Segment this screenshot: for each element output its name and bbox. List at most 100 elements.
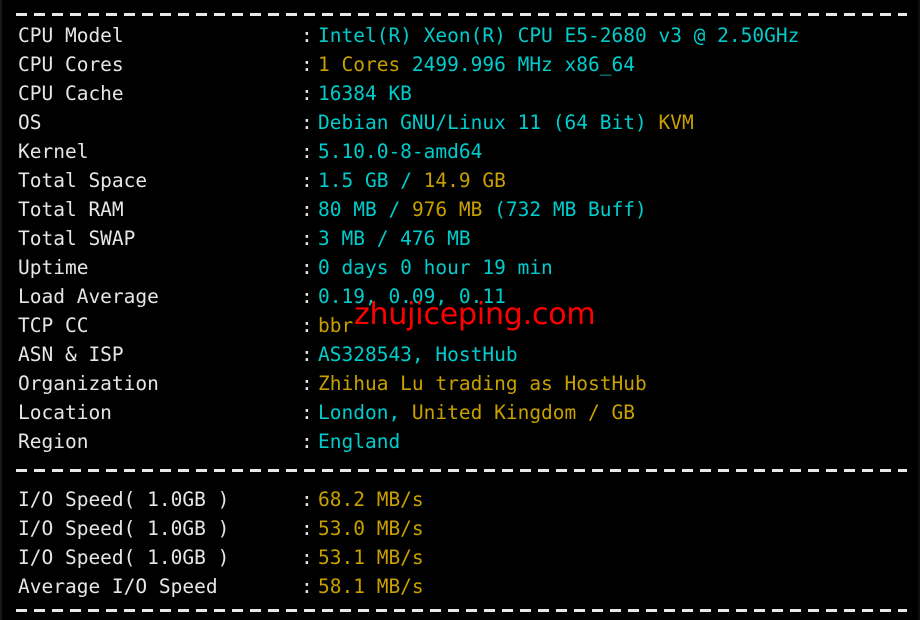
- sysinfo-value-segment: 2499.996 MHz x86_64: [411, 53, 635, 76]
- field-colon-separator: :: [301, 169, 313, 192]
- sysinfo-value: 16384 KB: [318, 79, 412, 108]
- sysinfo-value: 1.5 GB / 14.9 GB: [318, 166, 506, 195]
- field-colon-separator: :: [301, 53, 313, 76]
- io-speed-section: I/O Speed( 1.0GB ):68.2 MB/s I/O Speed( 1…: [2, 485, 920, 601]
- sysinfo-value-segment: 0.19, 0.09, 0.11: [318, 285, 506, 308]
- field-colon-separator: :: [301, 227, 313, 250]
- sysinfo-row: Location: London, United Kingdom / GB: [2, 398, 920, 427]
- iospeed-value: 68.2 MB/s: [318, 485, 424, 514]
- sysinfo-value-segment: /: [388, 198, 412, 221]
- sysinfo-value-segment: (732 MB Buff): [494, 198, 647, 221]
- sysinfo-label: Region: [18, 430, 89, 453]
- sysinfo-value-segment: AS328543, HostHub: [318, 343, 518, 366]
- separator-middle: [16, 469, 907, 472]
- sysinfo-value-segment: 14.9 GB: [423, 169, 506, 192]
- iospeed-value-segment: 58.1 MB/s: [318, 575, 424, 598]
- sysinfo-label: Total SWAP: [18, 227, 136, 250]
- sysinfo-label: Kernel: [18, 140, 89, 163]
- sysinfo-value-segment: Intel(R) Xeon(R) CPU E5-2680 v3 @ 2.50GH…: [318, 24, 800, 47]
- sysinfo-label: CPU Cores: [18, 53, 124, 76]
- field-colon-separator: :: [301, 488, 313, 511]
- sysinfo-value: London, United Kingdom / GB: [318, 398, 635, 427]
- sysinfo-value: Debian GNU/Linux 11 (64 Bit) KVM: [318, 108, 694, 137]
- sysinfo-value: Intel(R) Xeon(R) CPU E5-2680 v3 @ 2.50GH…: [318, 21, 799, 50]
- sysinfo-value-segment: London,: [318, 401, 412, 424]
- field-colon-separator: :: [301, 198, 313, 221]
- sysinfo-row: Load Average:0.19, 0.09, 0.11: [2, 282, 920, 311]
- iospeed-value-segment: 53.1 MB/s: [318, 546, 424, 569]
- sysinfo-value-segment: 3 MB / 476 MB: [318, 227, 471, 250]
- separator-top: [16, 13, 907, 16]
- field-colon-separator: :: [301, 256, 313, 279]
- sysinfo-label: Location: [18, 401, 112, 424]
- iospeed-value: 53.1 MB/s: [318, 543, 424, 572]
- field-colon-separator: :: [301, 111, 313, 134]
- sysinfo-row: ASN & ISP: AS328543, HostHub: [2, 340, 920, 369]
- iospeed-row: I/O Speed( 1.0GB ):68.2 MB/s: [2, 485, 920, 514]
- iospeed-label: I/O Speed( 1.0GB ): [18, 517, 230, 540]
- sysinfo-value-segment: bbr: [318, 314, 354, 337]
- field-colon-separator: :: [301, 314, 313, 337]
- sysinfo-value-segment: Debian GNU/Linux 11 (64 Bit): [318, 111, 659, 134]
- sysinfo-row: CPU Cache:16384 KB: [2, 79, 920, 108]
- sysinfo-row: Total SWAP:3 MB / 476 MB: [2, 224, 920, 253]
- sysinfo-value-segment: 80 MB: [318, 198, 389, 221]
- sysinfo-value-segment: 5.10.0-8-amd64: [318, 140, 483, 163]
- iospeed-value: 53.0 MB/s: [318, 514, 424, 543]
- sysinfo-value-segment: 16384 KB: [318, 82, 412, 105]
- field-colon-separator: :: [301, 517, 313, 540]
- sysinfo-value: AS328543, HostHub: [318, 340, 518, 369]
- sysinfo-row: CPU Cores:1 Cores 2499.996 MHz x86_64: [2, 50, 920, 79]
- sysinfo-value-segment: 1.5 GB: [318, 169, 401, 192]
- sysinfo-value: bbr: [318, 311, 353, 340]
- iospeed-label: I/O Speed( 1.0GB ): [18, 488, 230, 511]
- sysinfo-value-segment: Zhihua Lu trading as HostHub: [318, 372, 647, 395]
- sysinfo-value-segment: United Kingdom / GB: [411, 401, 635, 424]
- sysinfo-row: TCP CC: bbr: [2, 311, 920, 340]
- sysinfo-value-segment: 1 Cores: [318, 53, 412, 76]
- field-colon-separator: :: [301, 575, 313, 598]
- sysinfo-label: OS: [18, 111, 42, 134]
- sysinfo-value-segment: KVM: [658, 111, 694, 134]
- field-colon-separator: :: [301, 140, 313, 163]
- sysinfo-label: TCP CC: [18, 314, 89, 337]
- iospeed-row: Average I/O Speed:58.1 MB/s: [2, 572, 920, 601]
- sysinfo-value: 3 MB / 476 MB: [318, 224, 471, 253]
- field-colon-separator: :: [301, 372, 313, 395]
- sysinfo-value-segment: England: [318, 430, 401, 453]
- separator-bottom: [16, 609, 907, 612]
- sysinfo-value: 5.10.0-8-amd64: [318, 137, 482, 166]
- sysinfo-label: Organization: [18, 372, 159, 395]
- sysinfo-row: Uptime:0 days 0 hour 19 min: [2, 253, 920, 282]
- iospeed-value-segment: 53.0 MB/s: [318, 517, 424, 540]
- sysinfo-label: CPU Cache: [18, 82, 124, 105]
- sysinfo-label: CPU Model: [18, 24, 124, 47]
- sysinfo-label: Uptime: [18, 256, 89, 279]
- sysinfo-value: 1 Cores 2499.996 MHz x86_64: [318, 50, 635, 79]
- system-info-section: CPU Model: Intel(R) Xeon(R) CPU E5-2680 v…: [2, 21, 920, 456]
- sysinfo-row: Kernel:5.10.0-8-amd64: [2, 137, 920, 166]
- sysinfo-label: Total Space: [18, 169, 148, 192]
- sysinfo-row: OS: Debian GNU/Linux 11 (64 Bit) KVM: [2, 108, 920, 137]
- terminal-window: CPU Model: Intel(R) Xeon(R) CPU E5-2680 v…: [0, 0, 920, 620]
- field-colon-separator: :: [301, 285, 313, 308]
- sysinfo-row: Region: England: [2, 427, 920, 456]
- sysinfo-row: CPU Model: Intel(R) Xeon(R) CPU E5-2680 v…: [2, 21, 920, 50]
- sysinfo-value: 0.19, 0.09, 0.11: [318, 282, 506, 311]
- field-colon-separator: :: [301, 430, 313, 453]
- iospeed-label: I/O Speed( 1.0GB ): [18, 546, 230, 569]
- field-colon-separator: :: [301, 546, 313, 569]
- field-colon-separator: :: [301, 24, 313, 47]
- sysinfo-row: Total Space:1.5 GB / 14.9 GB: [2, 166, 920, 195]
- field-colon-separator: :: [301, 82, 313, 105]
- sysinfo-row: Organization: Zhihua Lu trading as HostHu…: [2, 369, 920, 398]
- field-colon-separator: :: [301, 343, 313, 366]
- field-colon-separator: :: [301, 401, 313, 424]
- sysinfo-value-segment: /: [400, 169, 424, 192]
- sysinfo-row: Total RAM:80 MB / 976 MB (732 MB Buff): [2, 195, 920, 224]
- iospeed-row: I/O Speed( 1.0GB ):53.0 MB/s: [2, 514, 920, 543]
- sysinfo-value: 80 MB / 976 MB (732 MB Buff): [318, 195, 647, 224]
- sysinfo-value-segment: 0 days 0 hour 19 min: [318, 256, 553, 279]
- sysinfo-value: 0 days 0 hour 19 min: [318, 253, 553, 282]
- sysinfo-label: ASN & ISP: [18, 343, 124, 366]
